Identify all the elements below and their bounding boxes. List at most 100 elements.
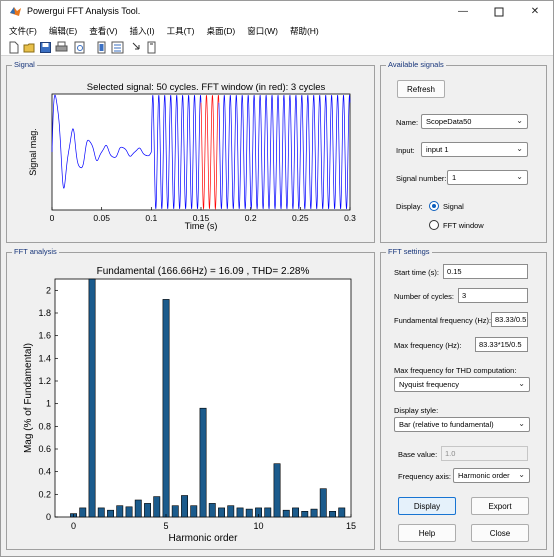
max-frequency-field[interactable]: 83.33*15/0.5 bbox=[475, 337, 528, 352]
export-button[interactable]: Export bbox=[471, 497, 529, 515]
fft-bar bbox=[181, 495, 188, 518]
chevron-down-icon: ⌄ bbox=[516, 172, 523, 181]
input-label: Input: bbox=[396, 146, 415, 155]
display-signal-radio[interactable] bbox=[429, 201, 439, 211]
signal-x-tick-label: 0 bbox=[50, 213, 55, 223]
fft-bar bbox=[134, 499, 142, 518]
start-time-field[interactable]: 0.15 bbox=[443, 264, 528, 279]
max-frequency-thd-select[interactable]: Nyquist frequency ⌄ bbox=[394, 377, 530, 392]
fft-settings-title: FFT settings bbox=[386, 247, 432, 256]
fft-y-tick-label: 1.8 bbox=[38, 308, 51, 318]
max-frequency-label: Max frequency (Hz): bbox=[394, 341, 462, 350]
signal-x-tick-label: 0.05 bbox=[93, 213, 110, 223]
menu-item[interactable]: 编辑(E) bbox=[49, 25, 77, 37]
display-button[interactable]: Display bbox=[398, 497, 456, 515]
fundamental-frequency-label: Fundamental frequency (Hz): bbox=[394, 316, 492, 325]
menu-item[interactable]: 窗口(W) bbox=[247, 25, 278, 37]
signal-chart: Selected signal: 50 cycles. FFT window (… bbox=[28, 82, 356, 231]
print-preview-icon[interactable] bbox=[73, 41, 86, 54]
matlab-logo-icon bbox=[10, 7, 21, 16]
chevron-down-icon: ⌄ bbox=[518, 470, 525, 479]
fft-x-tick-label: 0 bbox=[71, 521, 76, 531]
fft-bar bbox=[338, 507, 346, 518]
fft-y-tick-label: 1.4 bbox=[38, 353, 51, 363]
available-signals-panel: Available signals Refresh Name: ScopeDat… bbox=[380, 60, 547, 243]
chevron-down-icon: ⌄ bbox=[518, 419, 525, 428]
close-button[interactable]: Close bbox=[471, 524, 529, 542]
insert-arrow-icon[interactable] bbox=[131, 41, 144, 54]
fft-analysis-panel: FFT analysis Fundamental (166.66Hz) = 16… bbox=[6, 247, 375, 550]
save-icon[interactable] bbox=[39, 41, 52, 54]
display-style-value: Bar (relative to fundamental) bbox=[399, 420, 494, 429]
number-of-cycles-field[interactable]: 3 bbox=[458, 288, 528, 303]
dock-figure-icon[interactable] bbox=[95, 41, 108, 54]
new-file-icon[interactable] bbox=[7, 41, 20, 54]
frequency-axis-select[interactable]: Harmonic order ⌄ bbox=[453, 468, 530, 483]
open-folder-icon[interactable] bbox=[23, 41, 36, 54]
close-icon: ✕ bbox=[530, 6, 540, 17]
fft-bar bbox=[292, 507, 299, 518]
signal-x-tick-label: 0.25 bbox=[292, 213, 309, 223]
menu-item[interactable]: 帮助(H) bbox=[290, 25, 319, 37]
signal-x-label: Time (s) bbox=[185, 221, 218, 231]
fft-y-tick-label: 0.6 bbox=[38, 444, 51, 454]
chevron-down-icon: ⌄ bbox=[518, 379, 525, 388]
fft-bar bbox=[301, 510, 309, 518]
fft-bar bbox=[264, 507, 272, 518]
refresh-button[interactable]: Refresh bbox=[397, 80, 445, 98]
fft-x-tick-label: 5 bbox=[163, 521, 168, 531]
menu-bar: 文件(F) 编辑(E) 查看(V) 插入(I) 工具(T) 桌面(D) 窗口(W) 帮助(H) bbox=[1, 22, 553, 39]
print-icon[interactable] bbox=[55, 41, 68, 54]
fft-bar bbox=[79, 507, 87, 518]
fft-bar bbox=[199, 407, 207, 518]
display-fft-window-radio[interactable] bbox=[429, 220, 439, 230]
menu-item[interactable]: 文件(F) bbox=[9, 25, 37, 37]
menu-item[interactable]: 桌面(D) bbox=[206, 25, 235, 37]
signal-x-tick-label: 0.2 bbox=[245, 213, 257, 223]
fft-bar bbox=[162, 299, 170, 518]
frequency-axis-value: Harmonic order bbox=[458, 471, 510, 480]
menu-item[interactable]: 插入(I) bbox=[130, 25, 155, 37]
fft-bar bbox=[282, 509, 290, 518]
property-editor-icon[interactable] bbox=[111, 41, 124, 54]
minimize-button[interactable]: — bbox=[445, 1, 481, 22]
name-select[interactable]: ScopeData50 ⌄ bbox=[421, 114, 528, 129]
fft-bar bbox=[107, 509, 115, 518]
close-window-button[interactable]: ✕ bbox=[517, 1, 553, 22]
fft-bar bbox=[208, 503, 216, 518]
toolbar bbox=[1, 39, 553, 56]
maximize-button[interactable] bbox=[481, 1, 517, 22]
fft-bar bbox=[153, 496, 161, 518]
fft-x-label: Harmonic order bbox=[169, 533, 239, 544]
menu-item[interactable]: 工具(T) bbox=[167, 25, 195, 37]
menu-item[interactable]: 查看(V) bbox=[89, 25, 117, 37]
window-title: Powergui FFT Analysis Tool. bbox=[27, 6, 141, 16]
signal-y-label: Signal mag. bbox=[28, 128, 38, 176]
signal-panel: Signal Selected signal: 50 cycles. FFT w… bbox=[6, 60, 375, 243]
fft-bar bbox=[144, 503, 151, 518]
signal-number-select[interactable]: 1 ⌄ bbox=[447, 170, 528, 185]
chevron-down-icon: ⌄ bbox=[516, 144, 523, 153]
signal-number-value: 1 bbox=[452, 173, 457, 182]
fft-bar bbox=[88, 278, 96, 518]
fft-bar bbox=[190, 505, 198, 518]
help-button[interactable]: Help bbox=[398, 524, 456, 542]
display-fft-window-label: FFT window bbox=[443, 221, 484, 230]
signal-x-tick-label: 0.3 bbox=[344, 213, 356, 223]
base-value-label: Base value: bbox=[398, 450, 438, 459]
fft-y-label: Mag (% of Fundamental) bbox=[23, 343, 34, 453]
fft-bar bbox=[125, 506, 133, 518]
display-style-select[interactable]: Bar (relative to fundamental) ⌄ bbox=[394, 417, 530, 432]
title-bar: Powergui FFT Analysis Tool. — ✕ bbox=[1, 1, 553, 22]
start-time-label: Start time (s): bbox=[394, 268, 440, 277]
fft-settings-panel: FFT settings Start time (s): 0.15 Number… bbox=[380, 247, 547, 550]
fft-y-tick-label: 0.8 bbox=[38, 421, 51, 431]
maximize-icon bbox=[494, 7, 504, 16]
input-select[interactable]: input 1 ⌄ bbox=[421, 142, 528, 157]
fft-x-tick-label: 15 bbox=[346, 521, 356, 531]
data-cursor-icon[interactable] bbox=[145, 41, 158, 54]
fft-chart-title: Fundamental (166.66Hz) = 16.09 , THD= 2.… bbox=[97, 266, 310, 277]
minimize-icon: — bbox=[458, 6, 468, 17]
fundamental-frequency-field[interactable]: 83.33/0.5 bbox=[491, 312, 528, 327]
available-signals-title: Available signals bbox=[386, 60, 446, 69]
